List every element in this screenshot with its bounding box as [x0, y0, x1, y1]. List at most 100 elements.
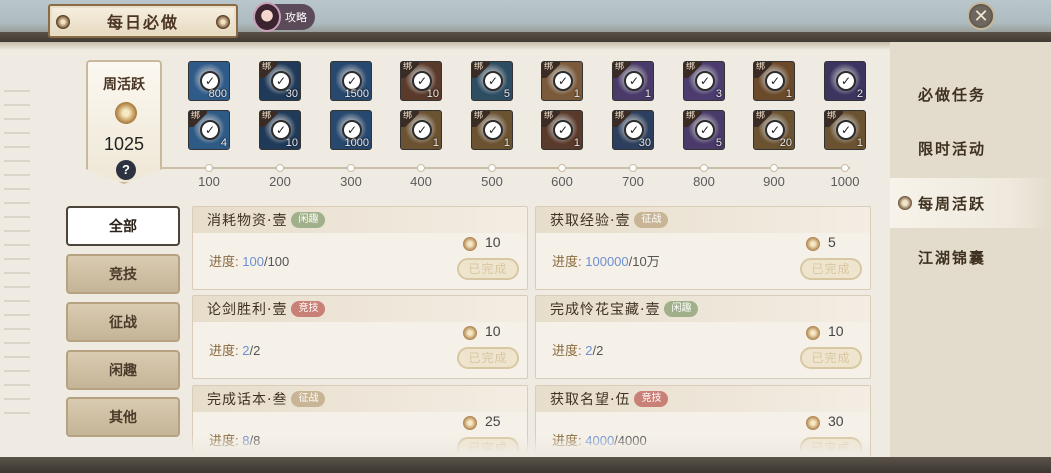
title-plaque: 每日必做	[48, 4, 238, 38]
reward-quantity: 5	[503, 88, 510, 100]
reward-item[interactable]: 绑 ✓ 1	[400, 110, 442, 150]
activity-coin-icon	[806, 237, 820, 251]
active-marker-icon	[898, 196, 912, 210]
reward-item[interactable]: ✓ 1000	[330, 110, 372, 150]
reward-quantity: 1	[785, 88, 792, 100]
sidebar-item[interactable]: 江湖锦囊	[890, 232, 1051, 282]
progress-total: /2	[249, 343, 261, 358]
milestone-label: 600	[551, 174, 573, 189]
reward-item[interactable]: 绑 ✓ 10	[400, 61, 442, 101]
reward-quantity: 1	[503, 137, 510, 149]
reward-item[interactable]: 绑 ✓ 1	[471, 110, 513, 150]
task-header: 获取名望·伍 竞技	[536, 386, 870, 412]
reward-item[interactable]: 绑 ✓ 20	[753, 110, 795, 150]
category-button[interactable]: 其他	[66, 397, 180, 437]
reward-item[interactable]: ✓ 2	[824, 61, 866, 101]
task-header: 完成话本·叁 征战	[193, 386, 527, 412]
task-title: 获取经验·壹	[550, 213, 631, 229]
page-title: 每日必做	[106, 13, 179, 32]
reward-item[interactable]: 绑 ✓ 1	[824, 110, 866, 150]
milestone-label: 400	[410, 174, 432, 189]
checkmark-icon: ✓	[836, 120, 856, 140]
category-button[interactable]: 闲趣	[66, 350, 180, 390]
progress-total: /100	[263, 254, 290, 269]
category-button[interactable]: 全部	[66, 206, 180, 246]
checkmark-icon: ✓	[695, 71, 715, 91]
list-fade	[190, 436, 870, 457]
progress-label: 进度:	[209, 254, 239, 269]
reward-item[interactable]: ✓ 800	[188, 61, 230, 101]
milestone-dot	[629, 164, 637, 172]
reward-item[interactable]: 绑 ✓ 5	[471, 61, 513, 101]
reward-quantity: 1000	[344, 137, 369, 149]
milestone-dot	[276, 164, 284, 172]
checkmark-icon: ✓	[412, 120, 432, 140]
sidebar-item[interactable]: 每周活跃	[890, 178, 1051, 228]
milestone-dot	[347, 164, 355, 172]
reward-item[interactable]: 绑 ✓ 1	[541, 61, 583, 101]
task-category-tag: 竞技	[634, 391, 669, 407]
category-label: 全部	[109, 219, 137, 235]
task-card: 消耗物资·壹 闲趣 10 进度: 100/100 已完成	[192, 206, 528, 290]
task-points: 10	[485, 323, 501, 339]
reward-quantity: 10	[426, 88, 439, 100]
milestone-label: 800	[693, 174, 715, 189]
task-progress: 进度: 100000/10万	[552, 251, 660, 270]
reward-item[interactable]: ✓ 1500	[330, 61, 372, 101]
sidebar-item-label: 每周活跃	[918, 194, 987, 213]
reward-item[interactable]: 绑 ✓ 30	[612, 110, 654, 150]
checkmark-icon: ✓	[553, 71, 573, 91]
completed-button[interactable]: 已完成	[457, 347, 519, 369]
reward-quantity: 2	[856, 88, 863, 100]
checkmark-icon: ✓	[553, 120, 573, 140]
reward-quantity: 1	[432, 137, 439, 149]
progress-label: 进度:	[552, 343, 582, 358]
milestone-label: 500	[481, 174, 503, 189]
activity-coin-icon	[806, 326, 820, 340]
reward-item[interactable]: 绑 ✓ 1	[541, 110, 583, 150]
milestone-dot	[417, 164, 425, 172]
milestone-label: 300	[340, 174, 362, 189]
task-title: 完成怜花宝藏·壹	[550, 302, 661, 318]
reward-item[interactable]: 绑 ✓ 1	[612, 61, 654, 101]
sidebar-item-label: 江湖锦囊	[918, 248, 987, 267]
plaque-left-ornament-icon	[56, 15, 70, 29]
reward-quantity: 1500	[344, 88, 369, 100]
milestone-label: 900	[763, 174, 785, 189]
checkmark-icon: ✓	[624, 71, 644, 91]
reward-item[interactable]: 绑 ✓ 10	[259, 110, 301, 150]
milestone-dot	[770, 164, 778, 172]
completed-button[interactable]: 已完成	[457, 258, 519, 280]
close-button[interactable]: ✕	[967, 2, 995, 30]
task-card: 完成怜花宝藏·壹 闲趣 10 进度: 2/2 已完成	[535, 295, 871, 379]
progress-current: 100000	[585, 254, 629, 269]
checkmark-icon: ✓	[200, 120, 220, 140]
progress-total: /10万	[628, 254, 660, 269]
reward-quantity: 30	[285, 88, 298, 100]
reward-quantity: 5	[715, 137, 722, 149]
activity-coin-icon	[463, 237, 477, 251]
reward-item[interactable]: 绑 ✓ 1	[753, 61, 795, 101]
close-icon: ✕	[973, 5, 989, 27]
task-category-tag: 征战	[291, 391, 326, 407]
help-icon[interactable]: ?	[116, 160, 136, 180]
sidebar-item[interactable]: 必做任务	[890, 69, 1051, 119]
completed-button[interactable]: 已完成	[800, 347, 862, 369]
sidebar-item[interactable]: 限时活动	[890, 123, 1051, 173]
reward-item[interactable]: 绑 ✓ 3	[683, 61, 725, 101]
activity-coin-icon	[806, 416, 820, 430]
reward-quantity: 4	[220, 137, 227, 149]
guide-avatar-icon	[253, 2, 281, 32]
reward-quantity: 1	[856, 137, 863, 149]
reward-item[interactable]: 绑 ✓ 5	[683, 110, 725, 150]
category-button[interactable]: 竞技	[66, 254, 180, 294]
reward-quantity: 800	[208, 88, 227, 100]
reward-item[interactable]: 绑 ✓ 4	[188, 110, 230, 150]
reward-item[interactable]: 绑 ✓ 30	[259, 61, 301, 101]
category-button[interactable]: 征战	[66, 302, 180, 342]
category-label: 征战	[109, 315, 137, 331]
milestone-dot	[205, 164, 213, 172]
completed-button[interactable]: 已完成	[800, 258, 862, 280]
guide-button[interactable]: 攻略	[253, 2, 315, 32]
bottom-bar	[0, 457, 1051, 473]
